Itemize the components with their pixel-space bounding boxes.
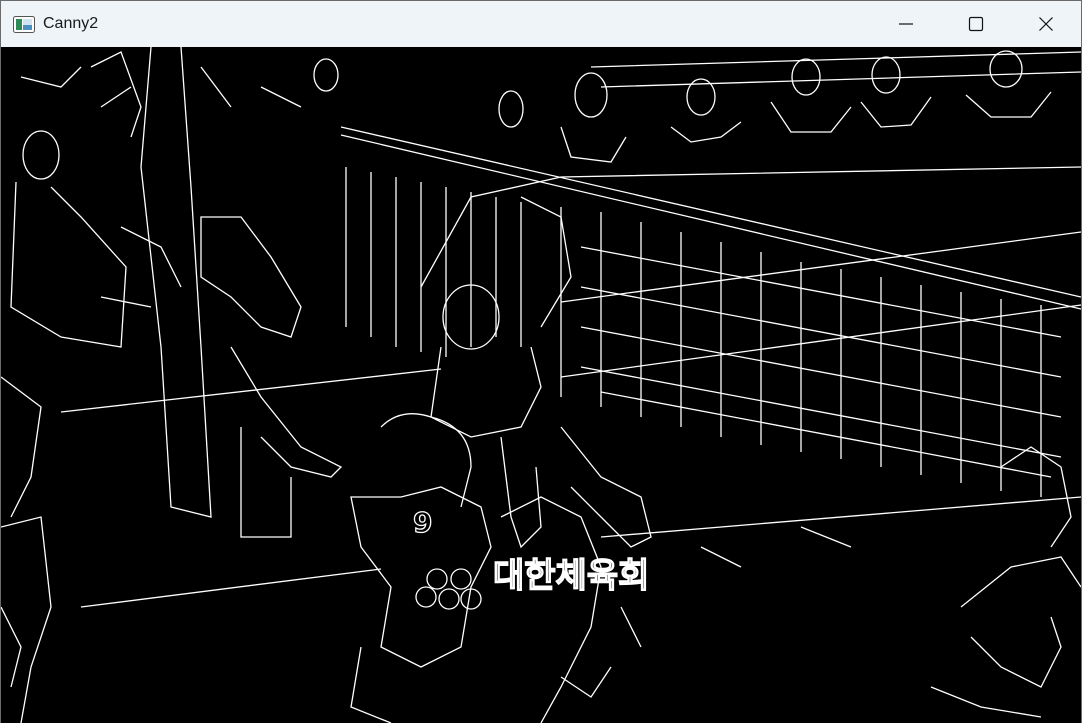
canny-edge-image: 9 대한체육회	[1, 47, 1081, 723]
court-floor-edge	[420, 166, 1081, 288]
image-canvas: 9 대한체육회	[1, 47, 1081, 723]
minimize-icon	[899, 23, 913, 25]
window-title: Canny2	[43, 15, 99, 32]
close-button[interactable]	[1011, 1, 1081, 47]
spectators	[313, 50, 1081, 163]
right-player	[930, 446, 1081, 718]
window-app-icon	[13, 15, 35, 33]
court-line	[60, 368, 442, 413]
referee-figure	[140, 47, 343, 538]
left-spectators	[1, 51, 142, 723]
maximize-icon	[968, 16, 984, 32]
edge-noise	[1, 66, 852, 698]
canny2-window: Canny2 9 대한체육회	[0, 0, 1082, 723]
volleyball-net	[340, 126, 1081, 497]
maximize-button[interactable]	[941, 1, 1011, 47]
jersey-number: 9	[413, 506, 432, 539]
close-icon	[1039, 17, 1053, 31]
minimize-button[interactable]	[871, 1, 941, 47]
title-bar[interactable]: Canny2	[1, 1, 1081, 47]
sign-text: 대한체육회	[493, 556, 649, 596]
